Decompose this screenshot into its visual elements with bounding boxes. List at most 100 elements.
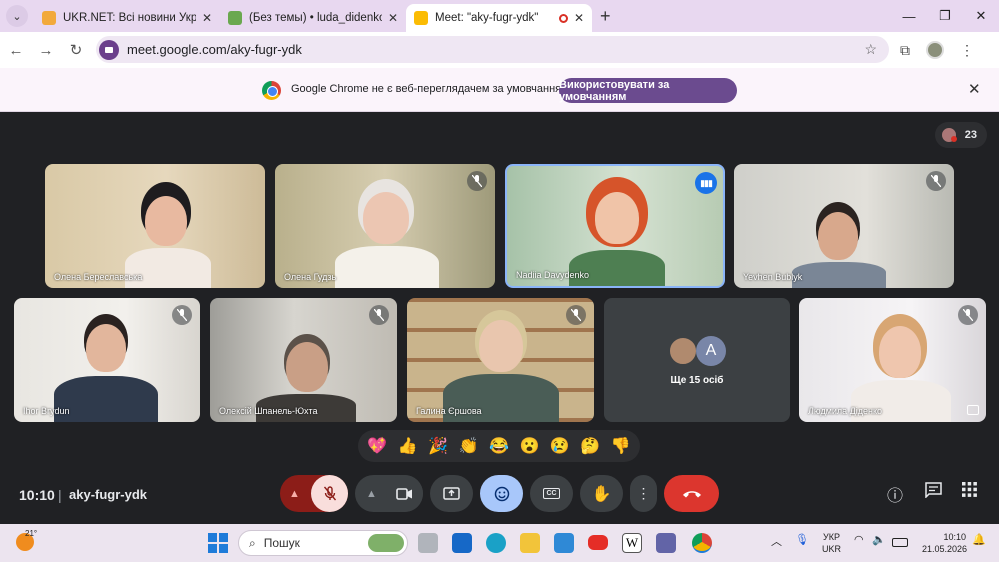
- tab-ukrnet[interactable]: UKR.NET: Всі новини України, ✕: [34, 4, 220, 32]
- close-icon[interactable]: ✕: [202, 11, 212, 25]
- chrome-taskbar-icon[interactable]: [692, 533, 712, 553]
- video-tile[interactable]: Ihor Brydun: [14, 298, 200, 422]
- more-participants-tile[interactable]: A Ще 15 осіб: [604, 298, 790, 422]
- reaction-surprised[interactable]: 😮: [519, 436, 539, 456]
- captions-button[interactable]: CC: [530, 475, 573, 512]
- meeting-info-icon[interactable]: ⓘ: [887, 482, 903, 506]
- notification-bell-icon[interactable]: 🔔: [972, 533, 986, 546]
- emoji-icon: [494, 486, 509, 501]
- set-default-button[interactable]: Використовувати за умовчанням: [559, 78, 737, 103]
- address-bar[interactable]: meet.google.com/aky-fugr-ydk ☆: [96, 36, 889, 63]
- person-figure: [363, 192, 409, 244]
- video-tile[interactable]: Людмила Діденко: [799, 298, 986, 422]
- participant-avatar: [668, 336, 698, 366]
- video-tile[interactable]: Олена Гудзь: [275, 164, 495, 288]
- person-figure: [145, 196, 187, 246]
- mic-options-chevron-icon[interactable]: ▲: [289, 488, 300, 500]
- tab-mail[interactable]: (Без темы) • luda_didenko81@ ✕: [220, 4, 406, 32]
- toolbar-actions: ⧉ ⋮: [900, 32, 974, 68]
- back-icon[interactable]: ←: [2, 42, 30, 59]
- chat-icon[interactable]: [925, 482, 942, 503]
- mic-toggle-button[interactable]: [311, 475, 348, 512]
- reaction-thumbs-down[interactable]: 👎: [611, 436, 631, 456]
- microsoft-store-icon[interactable]: [554, 533, 574, 553]
- more-options-button[interactable]: ⋮: [630, 475, 657, 512]
- reload-icon[interactable]: ↻: [62, 41, 90, 59]
- camera-toggle-button[interactable]: [386, 475, 423, 512]
- close-icon[interactable]: ✕: [388, 11, 398, 25]
- forward-icon[interactable]: →: [32, 42, 60, 59]
- window-controls: — ❐ ✕: [891, 0, 999, 32]
- language-line: УКР: [823, 532, 840, 542]
- site-info-icon[interactable]: [99, 39, 119, 60]
- youtube-icon[interactable]: [588, 535, 608, 550]
- wifi-icon[interactable]: ◠: [854, 533, 864, 546]
- battery-icon[interactable]: [892, 538, 908, 547]
- participants-button[interactable]: 23: [935, 122, 987, 148]
- video-tile[interactable]: Yevhen Bublyk: [734, 164, 954, 288]
- tab-search-button[interactable]: ⌄: [6, 5, 28, 27]
- reaction-heart[interactable]: 💖: [367, 436, 387, 456]
- teams-icon[interactable]: [656, 533, 676, 553]
- menu-kebab-icon[interactable]: ⋮: [960, 42, 974, 59]
- reaction-thumbs-up[interactable]: 👍: [398, 436, 418, 456]
- reaction-sad[interactable]: 😢: [550, 436, 570, 456]
- wikipedia-icon[interactable]: W: [622, 533, 642, 553]
- tab-strip: ⌄ UKR.NET: Всі новини України, ✕ (Без те…: [0, 0, 999, 32]
- volume-icon[interactable]: 🔈: [872, 533, 886, 546]
- file-explorer-icon[interactable]: [520, 533, 540, 553]
- raise-hand-button[interactable]: ✋: [580, 475, 623, 512]
- present-button[interactable]: [430, 475, 473, 512]
- taskbar-search[interactable]: ⌕ Пошук: [238, 530, 408, 556]
- participant-name: Олена Береславська: [54, 272, 143, 282]
- close-icon[interactable]: ✕: [574, 11, 584, 25]
- person-figure: [792, 262, 886, 288]
- bookmark-star-icon[interactable]: ☆: [864, 41, 877, 58]
- person-figure: [335, 246, 439, 288]
- show-hidden-icons-chevron-icon[interactable]: ︿: [771, 533, 782, 549]
- default-browser-infobar: Google Chrome не є веб-переглядачем за у…: [0, 68, 999, 112]
- reaction-bar: 💖 👍 🎉 👏 😂 😮 😢 🤔 👎: [358, 430, 640, 462]
- video-tile[interactable]: Олена Береславська: [45, 164, 265, 288]
- camera-group: ▲: [355, 475, 423, 512]
- clock-area[interactable]: 10:10 21.05.2026: [922, 531, 967, 555]
- search-highlight-image: [368, 534, 404, 552]
- tab-meet[interactable]: Meet: "aky-fugr-ydk" ✕: [406, 4, 592, 32]
- leave-call-button[interactable]: [664, 475, 719, 512]
- pip-icon[interactable]: [967, 405, 979, 415]
- microphone-tray-icon[interactable]: 🎙: [795, 533, 809, 546]
- outlook-icon[interactable]: [452, 533, 472, 553]
- divider: |: [58, 487, 62, 503]
- minimize-icon[interactable]: —: [891, 0, 927, 32]
- meet-favicon-icon: [414, 11, 428, 25]
- reaction-laugh[interactable]: 😂: [489, 436, 509, 456]
- restore-icon[interactable]: ❐: [927, 0, 963, 32]
- more-vert-icon: ⋮: [636, 485, 651, 501]
- activities-grid-icon[interactable]: [962, 482, 977, 502]
- mic-off-icon: [467, 171, 487, 191]
- extensions-icon[interactable]: ⧉: [900, 42, 910, 59]
- camera-options-chevron-icon[interactable]: ▲: [366, 488, 377, 500]
- reactions-button[interactable]: [480, 475, 523, 512]
- temperature: 21°: [25, 529, 38, 538]
- reaction-clap[interactable]: 👏: [459, 436, 479, 456]
- profile-avatar[interactable]: [926, 41, 944, 59]
- new-tab-button[interactable]: +: [600, 6, 611, 27]
- edge-icon[interactable]: [486, 533, 506, 553]
- window-close-icon[interactable]: ✕: [963, 0, 999, 32]
- reaction-thinking[interactable]: 🤔: [580, 436, 600, 456]
- infobar-close-icon[interactable]: ✕: [968, 80, 981, 98]
- reaction-party[interactable]: 🎉: [428, 436, 448, 456]
- mic-off-icon: [958, 305, 978, 325]
- tab-title: (Без темы) • luda_didenko81@: [249, 12, 382, 24]
- participant-avatar: A: [696, 336, 726, 366]
- video-tile[interactable]: Олексій Шпанель-Юхта: [210, 298, 397, 422]
- input-language[interactable]: УКР UKR: [822, 531, 841, 555]
- mic-off-icon: [369, 305, 389, 325]
- start-button[interactable]: [208, 533, 228, 553]
- videocam-icon: [396, 487, 412, 500]
- person-figure: [595, 192, 639, 244]
- video-tile[interactable]: ▮▮▮ Nadiia Davydenko: [505, 164, 725, 288]
- video-tile[interactable]: Галина Єршова: [407, 298, 594, 422]
- task-view-icon[interactable]: [418, 533, 438, 553]
